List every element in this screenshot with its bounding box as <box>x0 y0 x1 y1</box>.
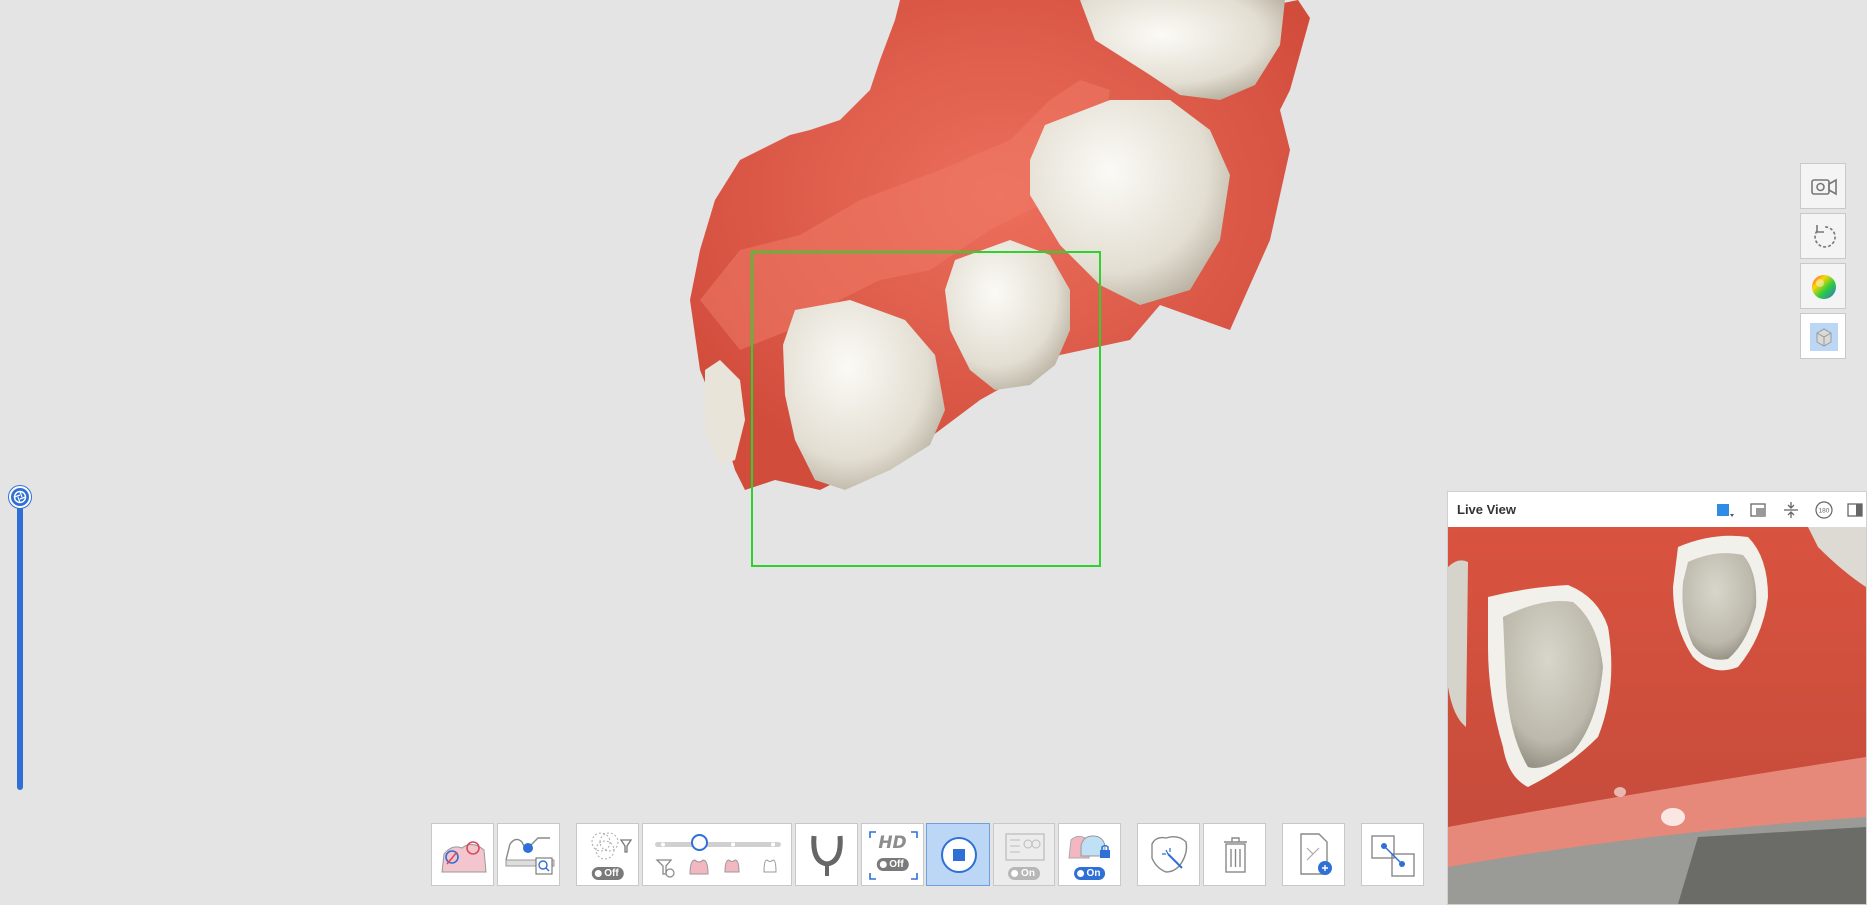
color-swatch-icon[interactable] <box>1714 499 1736 521</box>
margin-line-tool-button[interactable] <box>431 823 494 886</box>
bottom-toolbar: Off HD Off On On <box>0 823 1440 887</box>
trash-icon <box>1224 837 1247 873</box>
document-export-icon <box>1300 833 1332 875</box>
scan-review-icon <box>505 837 555 875</box>
slider-track <box>17 500 23 790</box>
hd-mode-button[interactable]: HD Off <box>861 823 924 886</box>
view-tools <box>1800 163 1848 363</box>
align-data-button[interactable] <box>1361 823 1424 886</box>
rotate-180-label: 180 <box>1819 508 1830 515</box>
margin-tool-icon <box>441 841 487 873</box>
filter-toggle-button[interactable]: Off <box>576 823 639 886</box>
smart-filter-slider[interactable] <box>642 823 792 886</box>
live-view-header: Live View 180 <box>1448 492 1866 528</box>
rotate-180-icon[interactable]: 180 <box>1813 499 1835 521</box>
scan-review-button[interactable] <box>497 823 560 886</box>
filter-level-icons <box>655 842 781 878</box>
filter-toggle-state: Off <box>591 867 624 880</box>
lock-area-button[interactable]: On <box>1058 823 1121 886</box>
dock-icon[interactable] <box>1844 499 1866 521</box>
delete-button[interactable] <box>1203 823 1266 886</box>
hd-label: HD <box>878 833 907 853</box>
hd-toggle-state: Off <box>876 858 909 871</box>
color-map-icon[interactable] <box>1800 263 1846 309</box>
view-cube-icon[interactable] <box>1800 313 1846 359</box>
window-icon[interactable] <box>1747 499 1769 521</box>
arch-tray-icon <box>811 835 843 876</box>
scan-depth-slider[interactable] <box>9 486 31 806</box>
live-view-tools: 180 <box>1702 499 1863 521</box>
live-view-panel: Live View 180 <box>1447 491 1867 905</box>
align-icon <box>1371 835 1415 877</box>
ai-toggle-state: On <box>1008 867 1040 880</box>
ai-clean-button[interactable] <box>1137 823 1200 886</box>
export-button[interactable] <box>1282 823 1345 886</box>
live-view-title: Live View <box>1457 502 1517 517</box>
magic-wand-tooth-icon <box>1151 835 1188 873</box>
camera-record-icon[interactable] <box>1800 163 1846 209</box>
ai-scan-button[interactable]: On <box>993 823 1055 886</box>
rotate-icon[interactable] <box>1800 213 1846 259</box>
lock-toggle-state: On <box>1073 867 1106 880</box>
aperture-icon[interactable] <box>9 486 31 508</box>
slider-thumb[interactable] <box>691 834 708 851</box>
stop-scan-button[interactable] <box>926 823 990 886</box>
live-camera-image <box>1448 527 1866 904</box>
scan-area-box <box>751 251 1101 567</box>
flip-vertical-icon[interactable] <box>1780 499 1802 521</box>
tray-button[interactable] <box>795 823 858 886</box>
stop-icon <box>941 837 977 873</box>
